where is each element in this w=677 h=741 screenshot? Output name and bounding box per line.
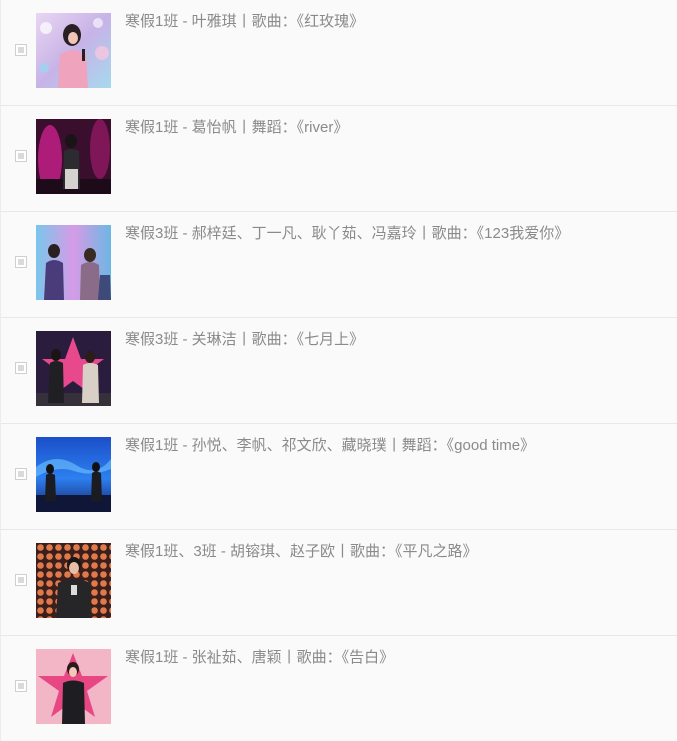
row-checkbox[interactable] [15, 256, 27, 268]
performance-thumbnail[interactable] [36, 119, 111, 194]
performance-list: 寒假1班 - 叶雅琪丨歌曲：《红玫瑰》 寒假1班 - 葛怡帆丨舞蹈：《river… [0, 0, 677, 741]
performance-thumbnail[interactable] [36, 13, 111, 88]
list-item[interactable]: 寒假1班 - 张祉茹、唐颖丨歌曲：《告白》 [1, 636, 677, 741]
row-checkbox[interactable] [15, 680, 27, 692]
list-item[interactable]: 寒假1班、3班 - 胡镕琪、赵子欧丨歌曲：《平凡之路》 [1, 530, 677, 636]
row-checkbox[interactable] [15, 44, 27, 56]
row-checkbox[interactable] [15, 362, 27, 374]
performance-title[interactable]: 寒假1班、3班 - 胡镕琪、赵子欧丨歌曲：《平凡之路》 [125, 543, 478, 561]
performance-title[interactable]: 寒假3班 - 关琳洁丨歌曲：《七月上》 [125, 331, 364, 349]
performance-title[interactable]: 寒假1班 - 孙悦、李帆、祁文欣、藏晓璞丨舞蹈：《good time》 [125, 437, 535, 455]
performance-thumbnail[interactable] [36, 649, 111, 724]
list-item[interactable]: 寒假1班 - 叶雅琪丨歌曲：《红玫瑰》 [1, 0, 677, 106]
list-item[interactable]: 寒假3班 - 郝梓廷、丁一凡、耿丫茹、冯嘉玲丨歌曲：《123我爱你》 [1, 212, 677, 318]
performance-thumbnail[interactable] [36, 331, 111, 406]
performance-thumbnail[interactable] [36, 225, 111, 300]
performance-title[interactable]: 寒假3班 - 郝梓廷、丁一凡、耿丫茹、冯嘉玲丨歌曲：《123我爱你》 [125, 225, 569, 243]
performance-thumbnail[interactable] [36, 437, 111, 512]
performance-title[interactable]: 寒假1班 - 叶雅琪丨歌曲：《红玫瑰》 [125, 13, 364, 31]
performance-thumbnail[interactable] [36, 543, 111, 618]
list-item[interactable]: 寒假3班 - 关琳洁丨歌曲：《七月上》 [1, 318, 677, 424]
performance-title[interactable]: 寒假1班 - 张祉茹、唐颖丨歌曲：《告白》 [125, 649, 394, 667]
row-checkbox[interactable] [15, 468, 27, 480]
row-checkbox[interactable] [15, 574, 27, 586]
list-item[interactable]: 寒假1班 - 孙悦、李帆、祁文欣、藏晓璞丨舞蹈：《good time》 [1, 424, 677, 530]
performance-title[interactable]: 寒假1班 - 葛怡帆丨舞蹈：《river》 [125, 119, 348, 137]
row-checkbox[interactable] [15, 150, 27, 162]
list-item[interactable]: 寒假1班 - 葛怡帆丨舞蹈：《river》 [1, 106, 677, 212]
